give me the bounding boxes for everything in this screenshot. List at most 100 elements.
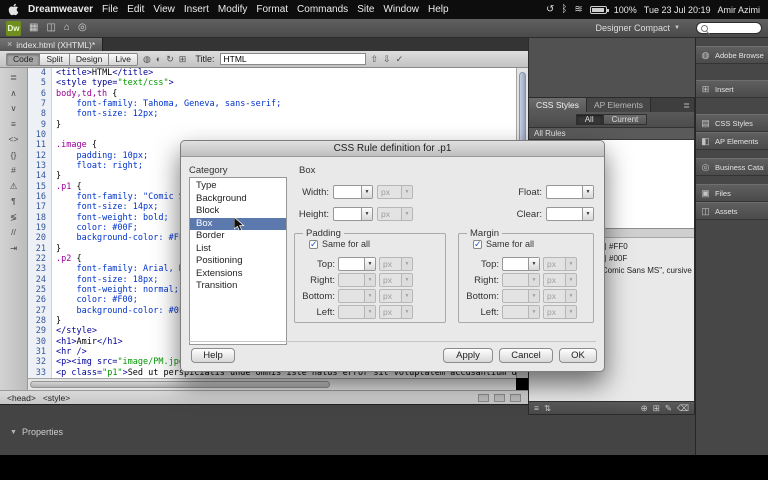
horizontal-scrollbar-thumb[interactable] bbox=[30, 381, 330, 388]
panel-files[interactable]: ▣ Files bbox=[696, 184, 768, 202]
menu-site[interactable]: Site bbox=[357, 4, 374, 15]
hand-tool-icon[interactable] bbox=[494, 393, 505, 402]
category-block[interactable]: Block bbox=[190, 205, 286, 218]
tab-css-styles[interactable]: CSS Styles bbox=[529, 98, 587, 112]
padding-bottom-combo[interactable]: ▼ bbox=[338, 289, 376, 303]
menu-edit[interactable]: Edit bbox=[127, 4, 144, 15]
indent-code-icon[interactable]: ⇥ bbox=[10, 243, 17, 253]
panel-insert[interactable]: ⊞ Insert bbox=[696, 80, 768, 98]
tag-selector-item[interactable]: <head> bbox=[7, 393, 36, 403]
tab-index-html[interactable]: × index.html (XHTML)* bbox=[0, 38, 104, 51]
layout-icon[interactable]: ▦ bbox=[29, 23, 38, 33]
height-combo[interactable]: ▼ bbox=[333, 207, 373, 221]
margin-right-combo[interactable]: ▼ bbox=[502, 273, 540, 287]
menu-dreamweaver[interactable]: Dreamweaver bbox=[28, 4, 93, 15]
dialog-title[interactable]: CSS Rule definition for .p1 bbox=[181, 141, 604, 157]
padding-top-combo[interactable]: ▼ bbox=[338, 257, 376, 271]
preview-in-browser-icon[interactable]: ◐ bbox=[156, 54, 161, 64]
padding-left-unit-combo[interactable]: px ▼ bbox=[379, 305, 413, 319]
view-options-icon[interactable]: ⊞ bbox=[179, 54, 187, 64]
margin-top-unit-combo[interactable]: px ▼ bbox=[543, 257, 577, 271]
extend-icon[interactable]: ◫ bbox=[46, 23, 55, 33]
view-split-button[interactable]: Split bbox=[40, 52, 70, 66]
select-parent-tag-icon[interactable]: <> bbox=[9, 135, 19, 144]
category-background[interactable]: Background bbox=[190, 193, 286, 206]
menu-view[interactable]: View bbox=[153, 4, 175, 15]
attach-style-sheet-icon[interactable]: ⊕ bbox=[641, 404, 648, 413]
padding-same-for-all-checkbox[interactable]: Same for all bbox=[309, 239, 370, 250]
panel-ap-elements[interactable]: ◧ AP Elements bbox=[696, 132, 768, 150]
category-extensions[interactable]: Extensions bbox=[190, 268, 286, 281]
put-file-icon[interactable]: ⇧ bbox=[371, 54, 379, 64]
user-menu[interactable]: Amir Azimi bbox=[718, 5, 761, 15]
syntax-error-alerts-icon[interactable]: ≶ bbox=[10, 212, 17, 222]
menu-help[interactable]: Help bbox=[428, 4, 449, 15]
vertical-scrollbar-thumb[interactable] bbox=[519, 72, 526, 150]
padding-right-unit-combo[interactable]: px ▼ bbox=[379, 273, 413, 287]
margin-left-unit-combo[interactable]: px ▼ bbox=[543, 305, 577, 319]
menu-format[interactable]: Format bbox=[256, 4, 288, 15]
apply-comment-icon[interactable]: // bbox=[11, 228, 16, 237]
help-button[interactable]: Help bbox=[191, 348, 235, 363]
word-wrap-icon[interactable]: ¶ bbox=[11, 197, 16, 206]
padding-bottom-unit-combo[interactable]: px ▼ bbox=[379, 289, 413, 303]
bluetooth-icon[interactable]: ᛒ bbox=[561, 4, 567, 15]
all-button[interactable]: All bbox=[575, 114, 603, 125]
ok-button[interactable]: OK bbox=[559, 348, 597, 363]
margin-top-combo[interactable]: ▼ bbox=[502, 257, 540, 271]
device-preview-icon[interactable]: ◎ bbox=[78, 23, 87, 33]
document-title-input[interactable] bbox=[219, 53, 366, 65]
delete-css-rule-icon[interactable]: ⌫ bbox=[677, 404, 689, 413]
menu-insert[interactable]: Insert bbox=[184, 4, 209, 15]
float-combo[interactable]: ▼ bbox=[546, 185, 594, 199]
margin-bottom-unit-combo[interactable]: px ▼ bbox=[543, 289, 577, 303]
site-icon[interactable]: ⌂ bbox=[64, 23, 70, 33]
file-status-icon[interactable]: ◍ bbox=[143, 54, 151, 64]
clear-combo[interactable]: ▼ bbox=[546, 207, 594, 221]
menu-modify[interactable]: Modify bbox=[218, 4, 247, 15]
current-button[interactable]: Current bbox=[602, 114, 648, 125]
height-unit-combo[interactable]: px ▼ bbox=[377, 207, 413, 221]
menu-commands[interactable]: Commands bbox=[297, 4, 348, 15]
panel-css-styles[interactable]: ▤ CSS Styles bbox=[696, 114, 768, 132]
category-positioning[interactable]: Positioning bbox=[190, 255, 286, 268]
tab-ap-elements[interactable]: AP Elements bbox=[587, 98, 651, 112]
view-live-button[interactable]: Live bbox=[109, 52, 138, 66]
apply-button[interactable]: Apply bbox=[443, 348, 493, 363]
category-transition[interactable]: Transition bbox=[190, 280, 286, 293]
show-list-view-icon[interactable]: ⇅ bbox=[544, 404, 551, 413]
tag-selector-item[interactable]: <style> bbox=[43, 393, 70, 403]
panel-adobe-browserlab[interactable]: ◍ Adobe BrowserLab bbox=[696, 46, 768, 64]
workspace-switcher[interactable]: Designer Compact ▼ bbox=[596, 23, 680, 33]
apple-menu-icon[interactable] bbox=[8, 3, 19, 16]
collapse-selection-icon[interactable]: ∨ bbox=[10, 104, 16, 113]
collapse-full-tag-icon[interactable]: ∧ bbox=[10, 88, 16, 98]
refresh-icon[interactable]: ↻ bbox=[166, 54, 174, 64]
panel-menu-icon[interactable]: ≣ bbox=[679, 98, 694, 112]
view-design-button[interactable]: Design bbox=[69, 52, 110, 66]
category-list[interactable]: Type Background Block Box Border List Position… bbox=[189, 177, 287, 345]
get-file-icon[interactable]: ⇩ bbox=[383, 54, 391, 64]
validate-icon[interactable]: ✓ bbox=[396, 54, 404, 64]
category-type[interactable]: Type bbox=[190, 180, 286, 193]
menu-clock[interactable]: Tue 23 Jul 20:19 bbox=[644, 5, 711, 15]
padding-left-combo[interactable]: ▼ bbox=[338, 305, 376, 319]
line-numbers-icon[interactable]: # bbox=[11, 166, 16, 175]
margin-bottom-combo[interactable]: ▼ bbox=[502, 289, 540, 303]
category-list[interactable]: List bbox=[190, 243, 286, 256]
select-tool-icon[interactable] bbox=[478, 393, 489, 402]
cancel-button[interactable]: Cancel bbox=[499, 348, 553, 363]
padding-right-combo[interactable]: ▼ bbox=[338, 273, 376, 287]
zoom-tool-icon[interactable] bbox=[510, 393, 521, 402]
edit-style-icon[interactable]: ✎ bbox=[665, 404, 672, 413]
width-combo[interactable]: ▼ bbox=[333, 185, 373, 199]
margin-same-for-all-checkbox[interactable]: Same for all bbox=[473, 239, 534, 250]
padding-top-unit-combo[interactable]: px ▼ bbox=[379, 257, 413, 271]
margin-right-unit-combo[interactable]: px ▼ bbox=[543, 273, 577, 287]
wifi-icon[interactable]: ≋ bbox=[574, 4, 582, 15]
new-css-rule-icon[interactable]: ⊞ bbox=[653, 404, 660, 413]
balance-braces-icon[interactable]: {} bbox=[11, 150, 17, 160]
sync-icon[interactable]: ↺ bbox=[546, 4, 554, 15]
search-input[interactable] bbox=[696, 22, 762, 34]
horizontal-scrollbar[interactable] bbox=[28, 378, 516, 390]
